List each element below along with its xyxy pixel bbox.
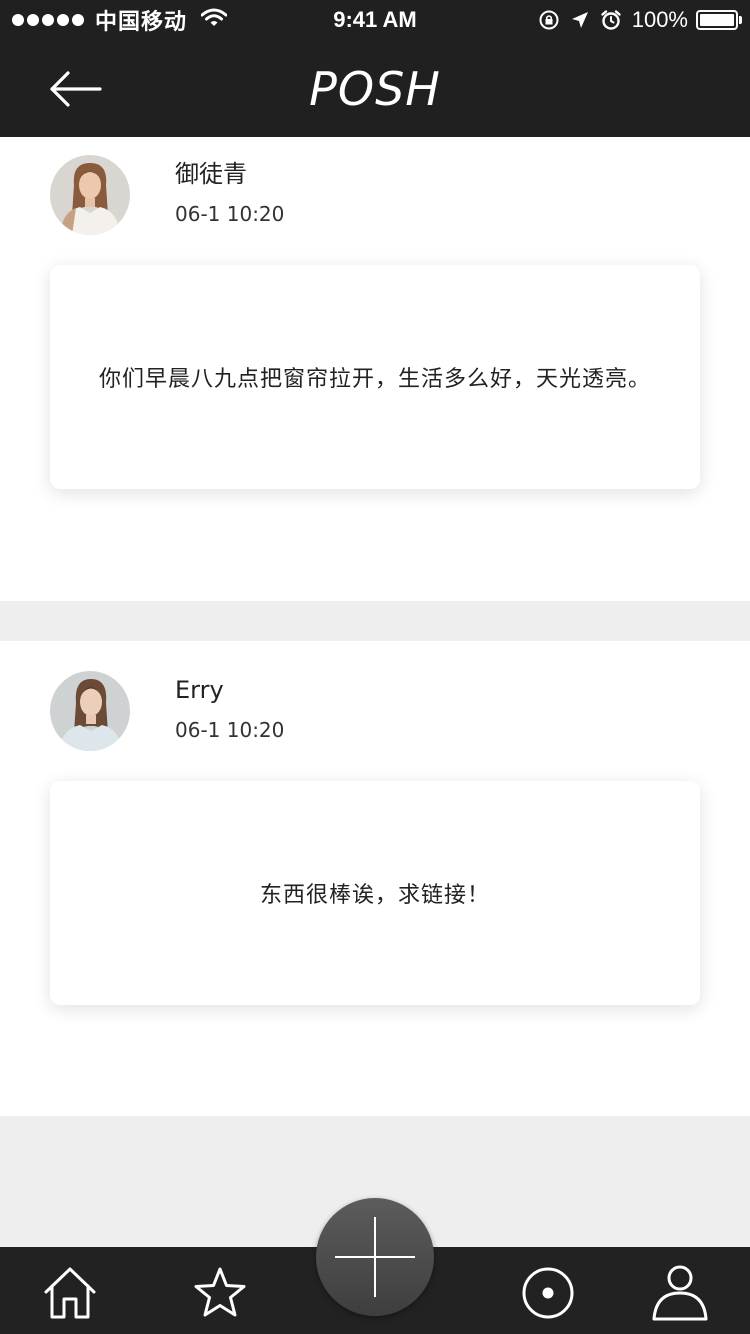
- home-icon: [44, 1267, 96, 1319]
- tab-favorites[interactable]: [190, 1263, 250, 1323]
- comment-card: 御徒青 06-1 10:20 你们早晨八九点把窗帘拉开，生活多么好，天光透亮。: [0, 137, 750, 601]
- add-icon: [335, 1217, 415, 1297]
- status-left: 中国移动: [12, 6, 228, 34]
- arrow-left-icon: [50, 71, 102, 107]
- signal-strength-icon: [12, 14, 87, 26]
- comment-card: Erry 06-1 10:20 东西很棒诶，求链接！: [0, 641, 750, 1116]
- avatar[interactable]: [50, 671, 130, 751]
- rotation-lock-icon: [538, 9, 560, 31]
- target-icon: [522, 1267, 574, 1319]
- profile-icon: [652, 1265, 708, 1321]
- comment-text: 东西很棒诶，求链接！: [259, 883, 490, 908]
- comment-timestamp: 06-1 10:20: [175, 718, 285, 742]
- tab-discover[interactable]: [518, 1263, 578, 1323]
- alarm-icon: [600, 9, 622, 31]
- comment-username[interactable]: 御徒青: [175, 159, 247, 189]
- battery-percentage: 100%: [631, 7, 688, 32]
- wifi-icon: [200, 8, 228, 33]
- status-bar: 中国移动 9:41 AM 100%: [0, 0, 750, 40]
- carrier-name: 中国移动: [95, 9, 188, 34]
- battery-icon: [696, 10, 742, 30]
- comment-username[interactable]: Erry: [175, 675, 224, 705]
- comment-timestamp: 06-1 10:20: [175, 202, 285, 226]
- location-arrow-icon: [570, 10, 590, 30]
- star-icon: [194, 1267, 246, 1317]
- page-title: POSH: [309, 62, 441, 116]
- tab-home[interactable]: [40, 1263, 100, 1323]
- add-post-button[interactable]: [316, 1198, 434, 1316]
- avatar[interactable]: [50, 155, 130, 235]
- status-right: 100%: [538, 6, 742, 34]
- tab-profile[interactable]: [650, 1263, 710, 1323]
- comment-message-box: 东西很棒诶，求链接！: [50, 781, 700, 1005]
- comment-message-box: 你们早晨八九点把窗帘拉开，生活多么好，天光透亮。: [50, 265, 700, 489]
- comment-text: 你们早晨八九点把窗帘拉开，生活多么好，天光透亮。: [98, 367, 651, 392]
- back-button[interactable]: [40, 64, 110, 114]
- nav-bar: POSH: [0, 40, 750, 137]
